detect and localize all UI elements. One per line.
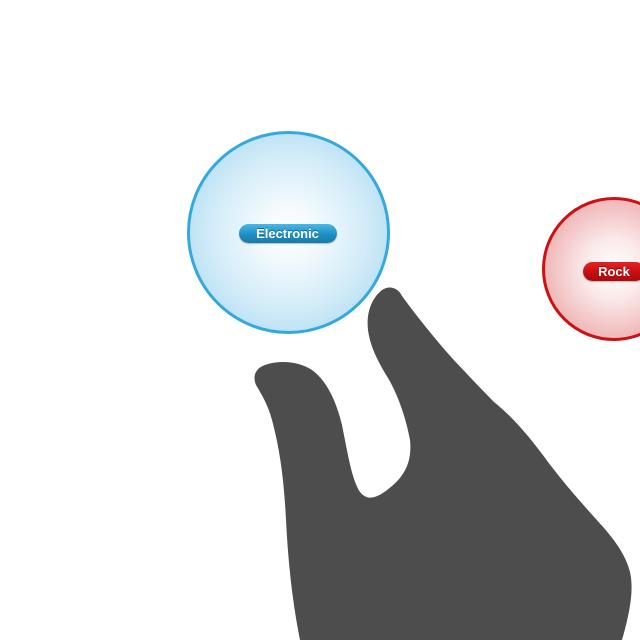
genre-label-rock: Rock — [583, 262, 640, 281]
genre-bubble-electronic[interactable]: Electronic — [187, 131, 390, 334]
genre-label-electronic: Electronic — [238, 224, 337, 243]
genre-bubble-canvas: Electronic Rock — [0, 0, 640, 640]
genre-bubble-rock[interactable]: Rock — [542, 197, 640, 341]
